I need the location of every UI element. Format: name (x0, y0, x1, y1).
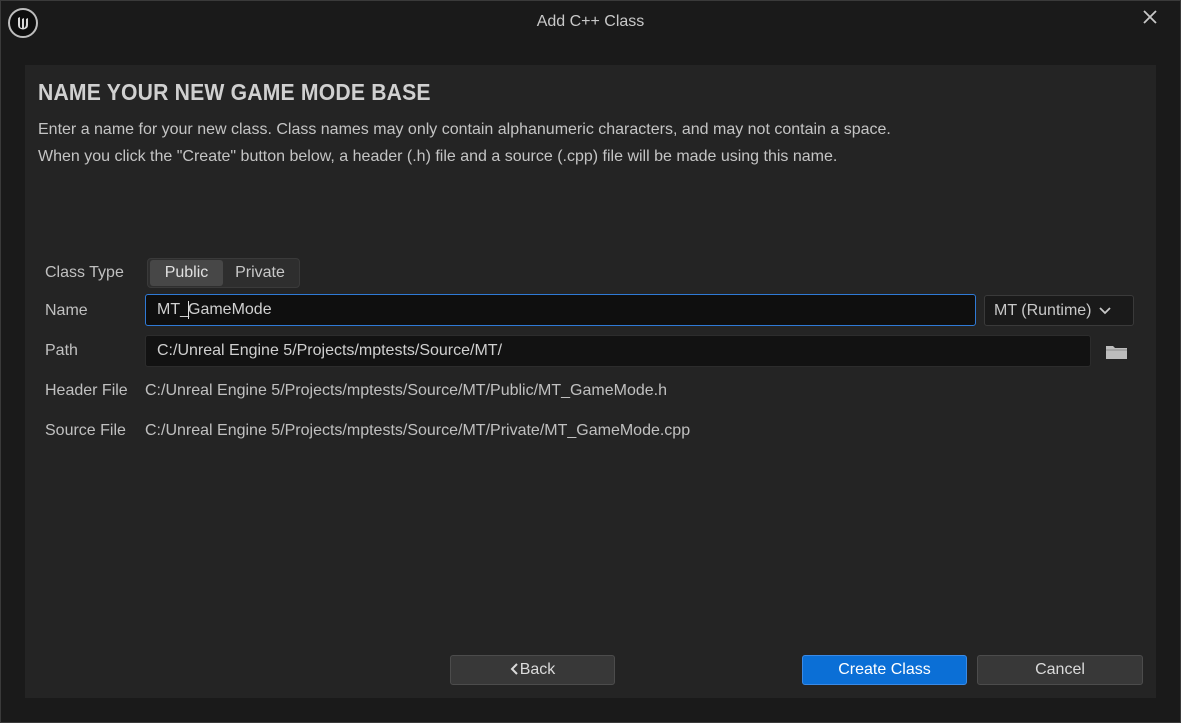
class-type-label: Class Type (45, 264, 124, 281)
name-label: Name (45, 302, 88, 319)
content-panel: NAME YOUR NEW GAME MODE BASE Enter a nam… (25, 65, 1156, 698)
add-cpp-class-window: Add C++ Class NAME YOUR NEW GAME MODE BA… (0, 0, 1181, 723)
page-title: NAME YOUR NEW GAME MODE BASE (38, 79, 431, 105)
back-button[interactable]: Back (450, 655, 615, 685)
chevron-left-icon (510, 662, 518, 678)
header-file-label: Header File (45, 382, 128, 399)
header-file-value: C:/Unreal Engine 5/Projects/mptests/Sour… (145, 382, 667, 399)
close-icon[interactable] (1140, 7, 1160, 27)
title-bar: Add C++ Class (1, 1, 1180, 45)
cancel-button[interactable]: Cancel (977, 655, 1143, 685)
folder-icon[interactable] (1105, 343, 1128, 361)
class-name-input[interactable]: MT_ GameMode (145, 294, 976, 326)
source-file-label: Source File (45, 422, 126, 439)
class-type-private-button[interactable]: Private (223, 260, 297, 286)
path-value: C:/Unreal Engine 5/Projects/mptests/Sour… (157, 342, 503, 359)
back-button-label: Back (519, 661, 556, 678)
module-value: MT (Runtime) (994, 301, 1092, 319)
create-class-button[interactable]: Create Class (802, 655, 967, 685)
module-dropdown[interactable]: MT (Runtime) (984, 295, 1134, 326)
description-line-1: Enter a name for your new class. Class n… (38, 121, 891, 138)
path-input[interactable]: C:/Unreal Engine 5/Projects/mptests/Sour… (145, 335, 1091, 367)
source-file-value: C:/Unreal Engine 5/Projects/mptests/Sour… (145, 422, 691, 439)
description-line-2: When you click the "Create" button below… (38, 148, 838, 165)
name-text-after-caret: GameMode (188, 301, 272, 318)
path-label: Path (45, 342, 78, 359)
class-type-toggle: Public Private (147, 258, 300, 288)
class-type-public-button[interactable]: Public (150, 260, 223, 286)
name-text-before-caret: MT_ (157, 301, 189, 318)
chevron-down-icon (1098, 306, 1111, 315)
window-title: Add C++ Class (536, 13, 645, 30)
